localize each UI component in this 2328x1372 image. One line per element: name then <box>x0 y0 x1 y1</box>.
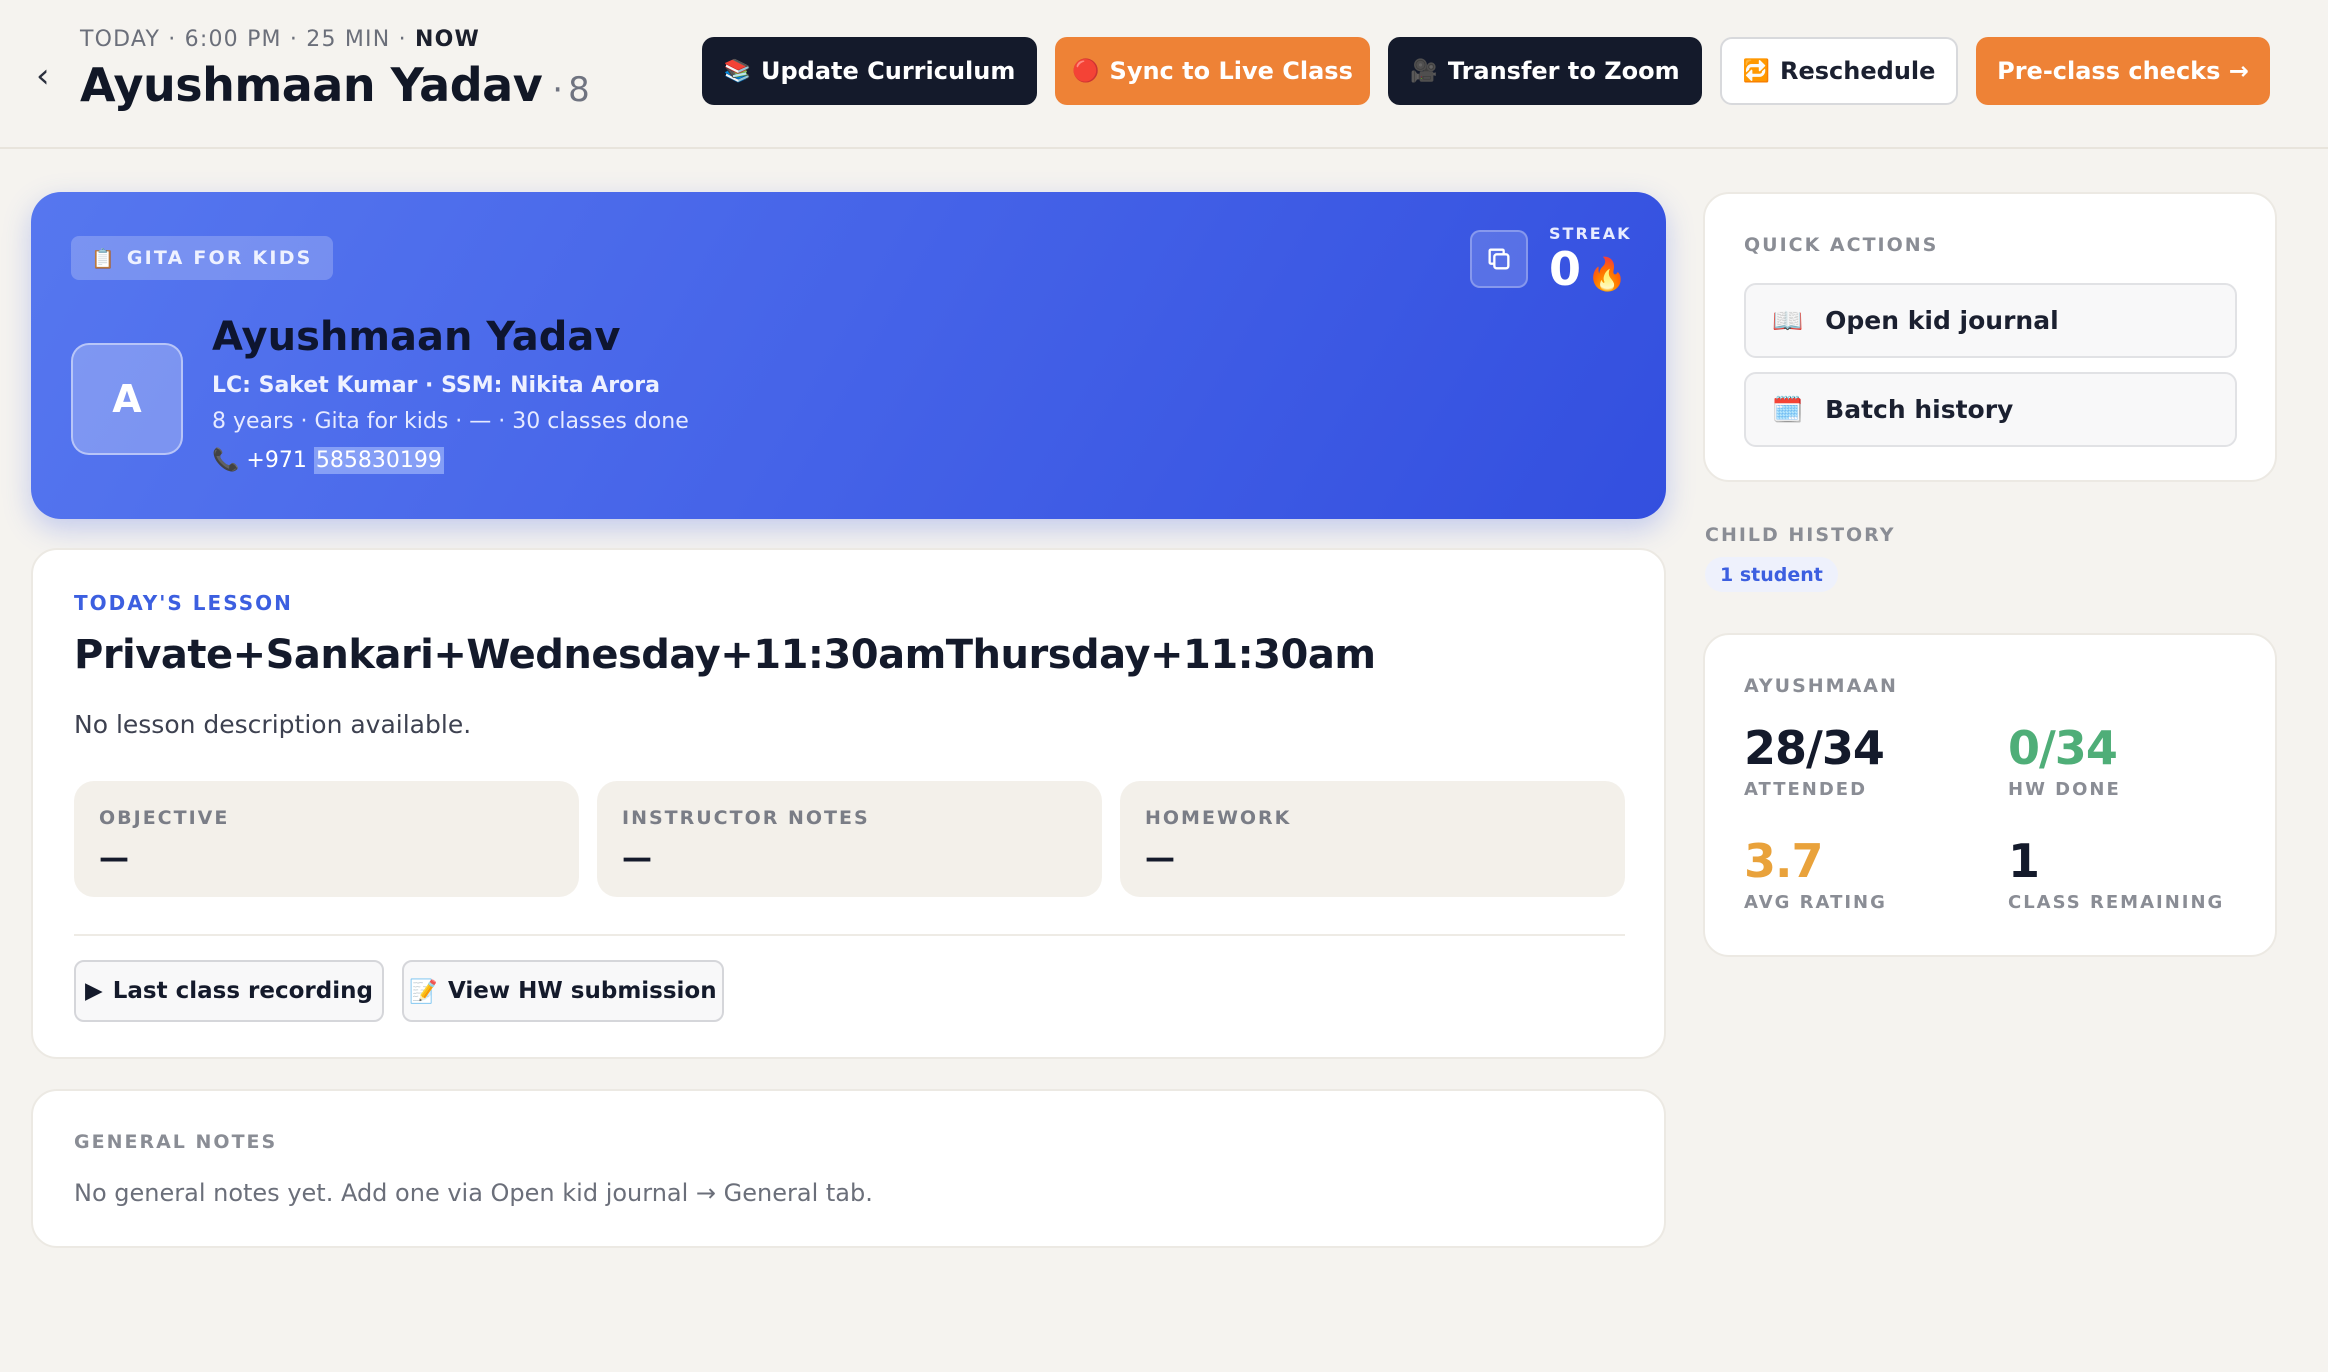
class-remaining-label: CLASS REMAINING <box>2008 892 2225 913</box>
lesson-eyebrow: TODAY'S LESSON <box>74 591 293 615</box>
avatar: A <box>71 343 183 455</box>
session-meta: TODAY · 6:00 PM · 25 MIN · NOW <box>80 27 480 52</box>
reschedule-label: Reschedule <box>1780 57 1936 85</box>
phone-country-code: +971 <box>246 448 307 473</box>
general-notes-eyebrow: GENERAL NOTES <box>74 1131 278 1153</box>
student-stats-card: AYUSHMAAN 28/34 ATTENDED 0/34 HW DONE 3.… <box>1703 633 2277 957</box>
title-count: 8 <box>568 70 590 110</box>
repeat-icon: 🔁 <box>1742 58 1770 84</box>
homework-field: HOMEWORK — <box>1120 781 1625 897</box>
class-remaining-value: 1 <box>2008 834 2040 888</box>
session-time: TODAY · 6:00 PM · 25 MIN · <box>80 27 407 52</box>
general-notes-text: No general notes yet. Add one via Open k… <box>74 1179 873 1207</box>
child-history-eyebrow: CHILD HISTORY <box>1705 524 1896 546</box>
class-remaining-stat: 1 CLASS REMAINING <box>2008 834 2224 913</box>
hw-done-value: 0/34 <box>2008 721 2118 775</box>
student-hero-card: 📋 GITA FOR KIDS STREAK 0 🔥 A Ayushmaan Ya… <box>31 192 1666 519</box>
attended-stat: 28/34 ATTENDED <box>1744 721 1885 800</box>
general-notes-card: GENERAL NOTES No general notes yet. Add … <box>31 1089 1666 1248</box>
hw-done-label: HW DONE <box>2008 779 2121 800</box>
homework-label: HOMEWORK <box>1145 807 1292 829</box>
staff-assignment: LC: Saket Kumar · SSM: Nikita Arora <box>212 373 660 398</box>
instructor-notes-field: INSTRUCTOR NOTES — <box>597 781 1102 897</box>
attended-value: 28/34 <box>1744 721 1885 775</box>
student-details: 8 years · Gita for kids · — · 30 classes… <box>212 409 689 434</box>
reschedule-button[interactable]: 🔁 Reschedule <box>1720 37 1958 105</box>
pre-class-checks-button[interactable]: Pre-class checks → <box>1976 37 2270 105</box>
sync-live-class-button[interactable]: 🔴 Sync to Live Class <box>1055 37 1370 105</box>
student-count-pill[interactable]: 1 student <box>1705 557 1838 592</box>
book-icon: 📖 <box>1772 305 1804 335</box>
attended-label: ATTENDED <box>1744 779 1868 800</box>
phone-number[interactable]: 📞 +971 585830199 <box>212 447 444 474</box>
open-kid-journal-label: Open kid journal <box>1825 306 2059 335</box>
divider <box>74 934 1625 936</box>
objective-value: — <box>99 841 129 876</box>
memo-icon: 📝 <box>409 978 439 1005</box>
copy-icon <box>1488 248 1510 270</box>
page-title: Ayushmaan Yadav · 8 <box>80 58 590 112</box>
calendar-icon: 🗓️ <box>1772 394 1804 424</box>
update-curriculum-label: Update Curriculum <box>761 57 1016 85</box>
clipboard-icon: 📋 <box>91 247 117 270</box>
phone-digits[interactable]: 585830199 <box>313 447 444 474</box>
open-kid-journal-button[interactable]: 📖 Open kid journal <box>1744 283 2237 358</box>
streak-label: STREAK <box>1549 224 1632 243</box>
instructor-notes-label: INSTRUCTOR NOTES <box>622 807 870 829</box>
camera-icon: 🎥 <box>1410 58 1438 84</box>
homework-value: — <box>1145 841 1175 876</box>
page-title-name: Ayushmaan Yadav <box>80 58 543 112</box>
batch-history-label: Batch history <box>1825 395 2014 424</box>
avg-rating-label: AVG RATING <box>1744 892 1887 913</box>
sync-live-class-label: Sync to Live Class <box>1109 57 1353 85</box>
view-hw-submission-label: View HW submission <box>448 978 717 1004</box>
streak-count: 0 <box>1549 242 1582 296</box>
play-icon: ▶ <box>85 978 103 1004</box>
student-name: Ayushmaan Yadav <box>212 314 621 360</box>
avg-rating-value: 3.7 <box>1744 834 1823 888</box>
update-curriculum-button[interactable]: 📚 Update Curriculum <box>702 37 1037 105</box>
quick-actions-eyebrow: QUICK ACTIONS <box>1744 234 1939 256</box>
program-tag: 📋 GITA FOR KIDS <box>71 236 333 280</box>
pre-class-checks-label: Pre-class checks → <box>1997 57 2249 85</box>
books-icon: 📚 <box>723 58 751 84</box>
back-chevron-icon[interactable]: ‹ <box>36 58 64 94</box>
program-name: GITA FOR KIDS <box>126 247 313 269</box>
title-separator: · <box>552 70 563 110</box>
todays-lesson-card: TODAY'S LESSON Private+Sankari+Wednesday… <box>31 548 1666 1059</box>
lesson-title: Private+Sankari+Wednesday+11:30amThursda… <box>74 632 1376 678</box>
top-bar: ‹ TODAY · 6:00 PM · 25 MIN · NOW Ayushma… <box>0 0 2328 149</box>
red-dot-icon: 🔴 <box>1072 58 1100 84</box>
view-hw-submission-button[interactable]: 📝 View HW submission <box>402 960 724 1022</box>
fire-icon: 🔥 <box>1587 255 1627 293</box>
hw-done-stat: 0/34 HW DONE <box>2008 721 2121 800</box>
phone-icon: 📞 <box>212 448 240 473</box>
last-class-recording-label: Last class recording <box>112 978 373 1004</box>
batch-history-button[interactable]: 🗓️ Batch history <box>1744 372 2237 447</box>
objective-field: OBJECTIVE — <box>74 781 579 897</box>
quick-actions-card: QUICK ACTIONS 📖 Open kid journal 🗓️ Batc… <box>1703 192 2277 482</box>
transfer-to-zoom-button[interactable]: 🎥 Transfer to Zoom <box>1388 37 1702 105</box>
last-class-recording-button[interactable]: ▶ Last class recording <box>74 960 384 1022</box>
lesson-description: No lesson description available. <box>74 710 472 739</box>
objective-label: OBJECTIVE <box>99 807 230 829</box>
copy-button[interactable] <box>1470 230 1528 288</box>
avg-rating-stat: 3.7 AVG RATING <box>1744 834 1887 913</box>
instructor-notes-value: — <box>622 841 652 876</box>
session-now-label: NOW <box>415 27 480 52</box>
transfer-to-zoom-label: Transfer to Zoom <box>1447 57 1680 85</box>
stats-eyebrow: AYUSHMAAN <box>1744 675 1898 697</box>
streak-value: 0 🔥 <box>1549 242 1627 296</box>
